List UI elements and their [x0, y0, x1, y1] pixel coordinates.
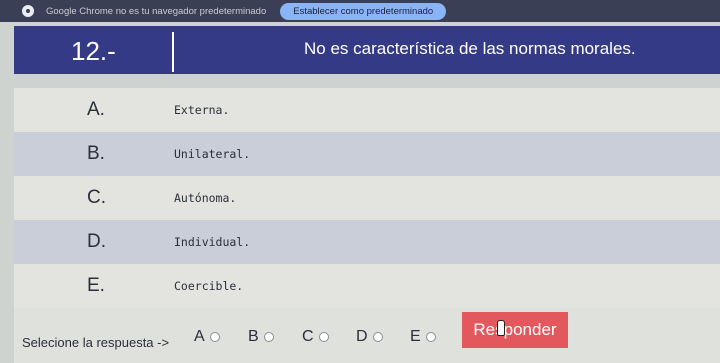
- answer-choice-e[interactable]: E: [410, 328, 436, 346]
- hand-cursor-icon: [497, 320, 505, 336]
- set-default-browser-button[interactable]: Establecer como predeterminado: [280, 2, 447, 20]
- choice-letter: D: [356, 328, 368, 345]
- option-row-b[interactable]: B. Unilateral.: [14, 132, 720, 176]
- option-letter: E.: [87, 275, 105, 296]
- answer-prompt: Selecione la respuesta ->: [22, 335, 170, 350]
- option-row-a[interactable]: A. Externa.: [14, 88, 720, 132]
- option-row-c[interactable]: C. Autónoma.: [14, 176, 720, 220]
- answer-choice-b[interactable]: B: [248, 328, 274, 346]
- default-browser-infobar: Google Chrome no es tu navegador predete…: [0, 0, 720, 22]
- question-number: 12.-: [71, 36, 116, 66]
- option-letter: D.: [87, 231, 106, 252]
- radio-icon[interactable]: [372, 332, 383, 342]
- answer-bar: Selecione la respuesta -> A B C D E Resp…: [14, 308, 720, 363]
- header-divider: [172, 32, 174, 72]
- choice-letter: E: [410, 328, 421, 345]
- respond-button[interactable]: Responder: [462, 312, 568, 348]
- option-letter: B.: [87, 143, 105, 164]
- option-text: Individual.: [174, 235, 251, 249]
- question-text: No es característica de las normas moral…: [304, 39, 636, 58]
- option-row-d[interactable]: D. Individual.: [14, 220, 720, 264]
- option-letter: A.: [87, 99, 105, 120]
- option-letter: C.: [87, 187, 106, 208]
- chrome-logo-icon: [22, 5, 34, 17]
- radio-icon[interactable]: [263, 332, 274, 342]
- option-text: Coercible.: [174, 279, 244, 293]
- option-row-e[interactable]: E. Coercible.: [14, 264, 720, 308]
- radio-icon[interactable]: [425, 332, 436, 342]
- answer-choice-a[interactable]: A: [194, 328, 220, 346]
- choice-letter: A: [194, 328, 205, 345]
- options-list: A. Externa. B. Unilateral. C. Autónoma. …: [14, 88, 720, 308]
- answer-choice-c[interactable]: C: [302, 328, 329, 346]
- infobar-message: Google Chrome no es tu navegador predete…: [46, 5, 267, 17]
- option-text: Unilateral.: [174, 147, 251, 161]
- answer-choice-d[interactable]: D: [356, 328, 383, 346]
- question-header: 12.- No es característica de las normas …: [14, 26, 720, 74]
- choice-letter: B: [248, 328, 259, 345]
- option-text: Externa.: [174, 103, 230, 117]
- radio-icon[interactable]: [209, 332, 220, 342]
- option-text: Autónoma.: [174, 191, 237, 205]
- radio-icon[interactable]: [318, 332, 329, 342]
- choice-letter: C: [302, 328, 314, 345]
